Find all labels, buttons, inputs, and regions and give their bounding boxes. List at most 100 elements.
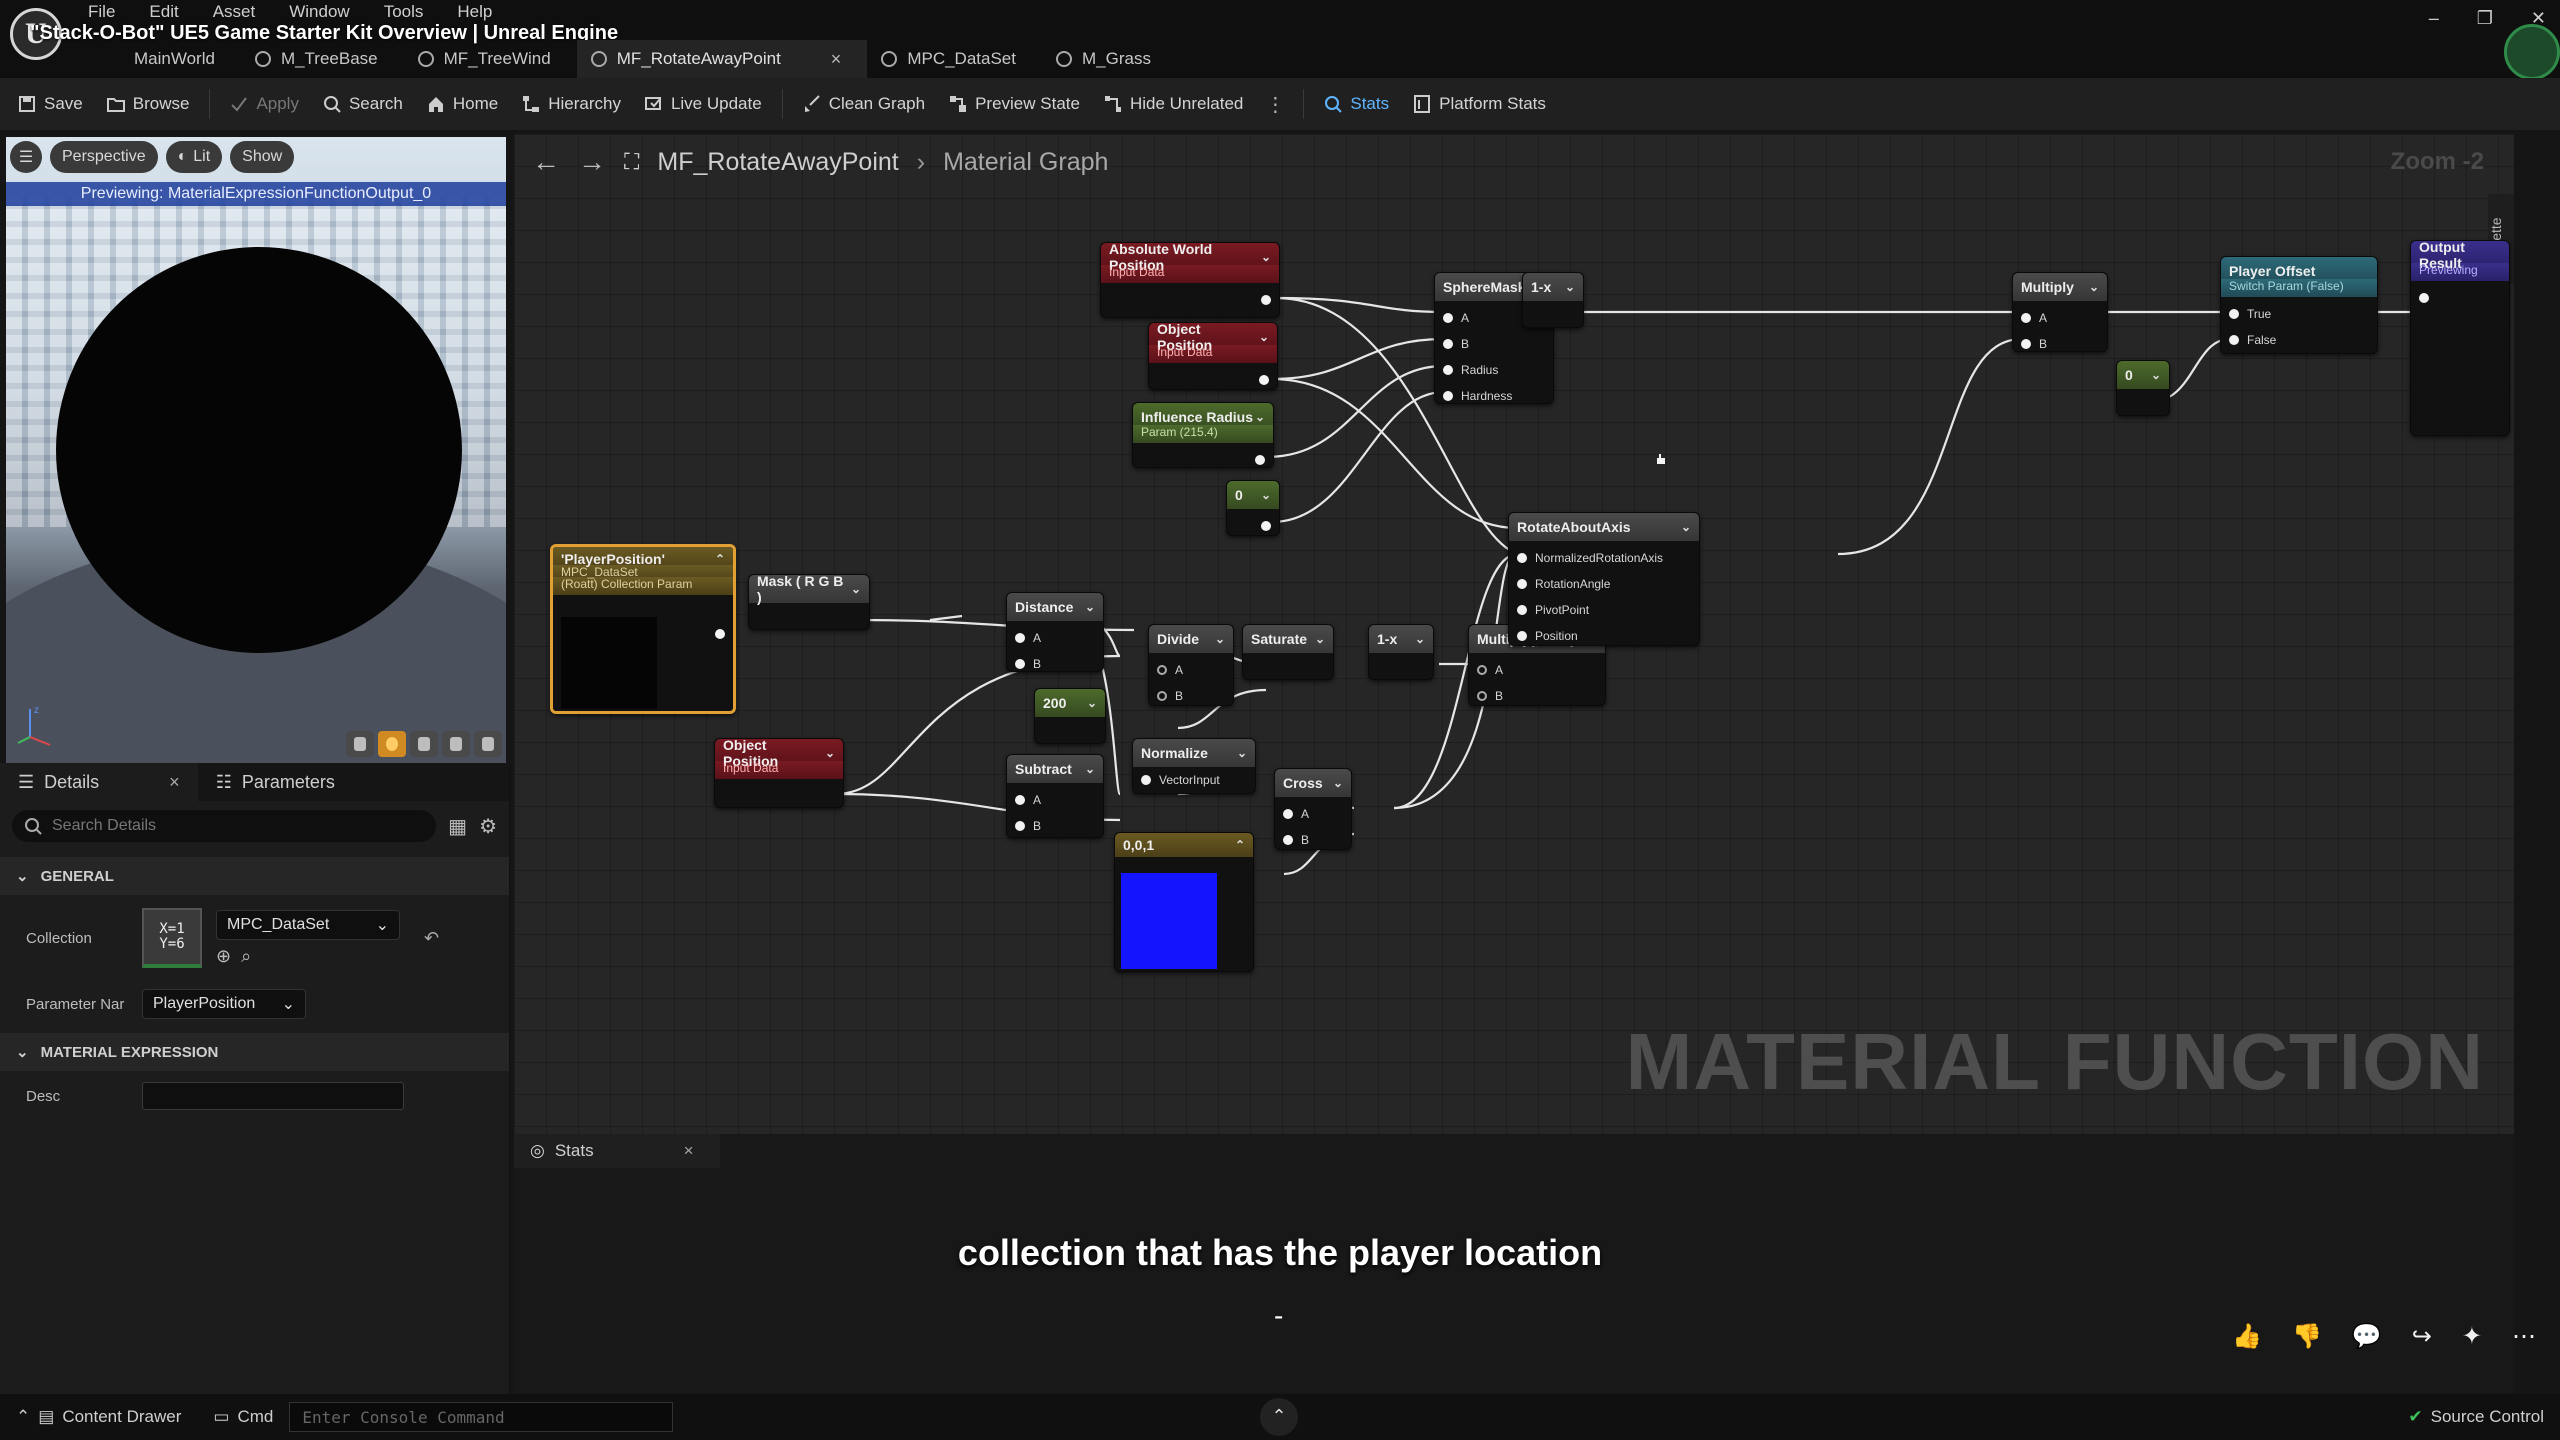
cmd-button[interactable]: ▭ Cmd xyxy=(197,1394,289,1440)
node-multiply-top[interactable]: Multiply ⌄ A B xyxy=(2012,272,2108,352)
close-icon[interactable]: × xyxy=(831,49,842,70)
input-pin-position[interactable]: Position xyxy=(1517,623,1691,645)
live-update-button[interactable]: Live Update xyxy=(635,85,772,123)
platform-stats-button[interactable]: Platform Stats xyxy=(1403,85,1556,123)
sphere-shape-icon[interactable] xyxy=(378,731,406,757)
desc-input[interactable] xyxy=(142,1082,404,1110)
thumbs-down-icon[interactable]: 👎 xyxy=(2292,1322,2322,1351)
plane-shape-icon[interactable] xyxy=(410,731,438,757)
input-pin-normalized-rotation-axis[interactable]: NormalizedRotationAxis xyxy=(1517,545,1691,571)
restore-button[interactable]: ❐ xyxy=(2477,8,2493,29)
input-pin-a[interactable]: A xyxy=(1477,657,1597,683)
node-absolute-world-position[interactable]: Absolute World Position⌄ Input Data xyxy=(1100,242,1280,318)
lit-button[interactable]: ◐ Lit xyxy=(165,141,223,173)
node-constant-vector-001[interactable]: 0,0,1 ⌃ xyxy=(1114,832,1254,972)
more-icon[interactable]: ⋯ xyxy=(2512,1322,2536,1351)
node-constant-zero-b[interactable]: 0 ⌄ xyxy=(2116,360,2170,416)
node-object-position-top[interactable]: Object Position⌄ Input Data xyxy=(1148,322,1278,390)
node-normalize[interactable]: Normalize ⌄ VectorInput xyxy=(1132,738,1256,794)
clean-graph-button[interactable]: Clean Graph xyxy=(793,85,935,123)
input-pin-hardness[interactable]: Hardness xyxy=(1443,383,1545,403)
tab-m-treebase[interactable]: M_TreeBase xyxy=(241,40,404,78)
tab-mpc-dataset[interactable]: MPC_DataSet xyxy=(867,40,1042,78)
breadcrumb-graph[interactable]: Material Graph xyxy=(943,148,1108,177)
more-options-icon[interactable]: ⋮ xyxy=(1257,92,1293,117)
back-arrow-icon[interactable]: ← xyxy=(532,146,560,178)
input-pin-rotation-angle[interactable]: RotationAngle xyxy=(1517,571,1691,597)
graph-hierarchy-icon[interactable]: ⛶ xyxy=(624,149,639,175)
share-icon[interactable]: ↪ xyxy=(2412,1322,2432,1351)
save-button[interactable]: Save xyxy=(8,85,93,123)
input-pin-a[interactable]: A xyxy=(1015,625,1095,651)
source-control-button[interactable]: ✔ Source Control xyxy=(2408,1407,2544,1427)
input-pin-a[interactable]: A xyxy=(1157,657,1225,683)
input-pin-b[interactable]: B xyxy=(1443,331,1545,357)
menu-tools[interactable]: Tools xyxy=(384,2,424,22)
tab-mainworld[interactable]: MainWorld xyxy=(120,40,241,78)
menu-edit[interactable]: Edit xyxy=(149,2,178,22)
browse-asset-icon[interactable]: ⌕ xyxy=(241,946,251,967)
parameter-name-combo[interactable]: PlayerPosition ⌄ xyxy=(142,989,306,1019)
input-pin-b[interactable]: B xyxy=(1477,683,1597,705)
node-subtract[interactable]: Subtract ⌄ A B xyxy=(1006,754,1104,838)
node-mask-rgb[interactable]: Mask ( R G B ) ⌄ xyxy=(748,574,870,630)
content-drawer-button[interactable]: ⌃ ▤ Content Drawer xyxy=(0,1394,197,1440)
stats-button[interactable]: Stats xyxy=(1314,85,1399,123)
thumbs-up-icon[interactable]: 👍 xyxy=(2232,1322,2262,1351)
node-divide[interactable]: Divide ⌄ A B xyxy=(1148,624,1234,706)
menu-asset[interactable]: Asset xyxy=(213,2,256,22)
forward-arrow-icon[interactable]: → xyxy=(578,146,606,178)
node-influence-radius[interactable]: Influence Radius ⌄ Param (215.4) xyxy=(1132,402,1274,468)
section-material-expression[interactable]: ⌄ MATERIAL EXPRESSION xyxy=(0,1033,509,1071)
output-pin[interactable] xyxy=(715,621,725,647)
console-command-input[interactable] xyxy=(289,1402,674,1432)
input-pin-b[interactable]: B xyxy=(1015,813,1095,837)
show-button[interactable]: Show xyxy=(230,141,295,173)
node-player-offset[interactable]: Player Offset Switch Param (False) True … xyxy=(2220,256,2378,354)
node-one-minus-top[interactable]: 1-x ⌄ xyxy=(1522,272,1584,328)
menu-window[interactable]: Window xyxy=(289,2,349,22)
apply-button[interactable]: Apply xyxy=(220,85,309,123)
input-pin-b[interactable]: B xyxy=(1015,651,1095,671)
close-icon[interactable]: × xyxy=(684,1141,694,1161)
input-pin-b[interactable]: B xyxy=(1157,683,1225,705)
tab-details[interactable]: ☰ Details × xyxy=(0,763,198,801)
menu-help[interactable]: Help xyxy=(457,2,492,22)
input-pin-vector-input[interactable]: VectorInput xyxy=(1141,767,1247,793)
collection-thumbnail[interactable]: X=1 Y=6 xyxy=(142,908,202,968)
node-object-position-bottom[interactable]: Object Position⌄ Input Data xyxy=(714,738,844,808)
sparkle-icon[interactable]: ✦ xyxy=(2462,1322,2482,1351)
expand-up-icon[interactable]: ⌃ xyxy=(1260,1398,1298,1436)
input-pin-a[interactable]: A xyxy=(1283,801,1343,827)
use-selected-icon[interactable]: ⊕ xyxy=(216,946,231,967)
input-pin-pivot-point[interactable]: PivotPoint xyxy=(1517,597,1691,623)
input-pin-b[interactable]: B xyxy=(1283,827,1343,849)
input-pin-true[interactable]: True xyxy=(2229,301,2369,327)
comment-icon[interactable]: 💬 xyxy=(2352,1322,2382,1351)
home-button[interactable]: Home xyxy=(417,85,508,123)
input-pin-b[interactable]: B xyxy=(2021,331,2099,351)
preview-state-button[interactable]: Preview State xyxy=(939,85,1090,123)
hierarchy-button[interactable]: Hierarchy xyxy=(512,85,631,123)
node-rotate-about-axis[interactable]: RotateAboutAxis ⌄ NormalizedRotationAxis … xyxy=(1508,512,1700,646)
input-pin-a[interactable]: A xyxy=(1015,787,1095,813)
cube-shape-icon[interactable] xyxy=(442,731,470,757)
live-coding-icon[interactable] xyxy=(2504,24,2560,80)
node-one-minus-mid[interactable]: 1-x ⌄ xyxy=(1368,624,1434,680)
node-output-result[interactable]: Output Result Previewing xyxy=(2410,240,2510,436)
tab-mf-rotateawaypoint[interactable]: MF_RotateAwayPoint × xyxy=(576,40,868,78)
input-pin-false[interactable]: False xyxy=(2229,327,2369,353)
breadcrumb-asset[interactable]: MF_RotateAwayPoint xyxy=(657,148,898,177)
output-pin[interactable] xyxy=(1141,447,1265,467)
node-constant-200[interactable]: 200 ⌄ xyxy=(1034,688,1106,744)
input-pin-a[interactable]: A xyxy=(2021,305,2099,331)
output-pin[interactable] xyxy=(1109,287,1271,313)
node-saturate[interactable]: Saturate ⌄ xyxy=(1242,624,1334,680)
node-player-position[interactable]: 'PlayerPosition' ⌃ MPC_DataSet (Roatt) Co… xyxy=(550,544,736,714)
input-pin-result[interactable] xyxy=(2419,285,2501,311)
perspective-button[interactable]: Perspective xyxy=(50,141,158,173)
tab-stats[interactable]: ◎ Stats × xyxy=(514,1134,720,1168)
menu-file[interactable]: File xyxy=(88,2,115,22)
cylinder-shape-icon[interactable] xyxy=(346,731,374,757)
reset-icon[interactable]: ↶ xyxy=(424,928,439,949)
